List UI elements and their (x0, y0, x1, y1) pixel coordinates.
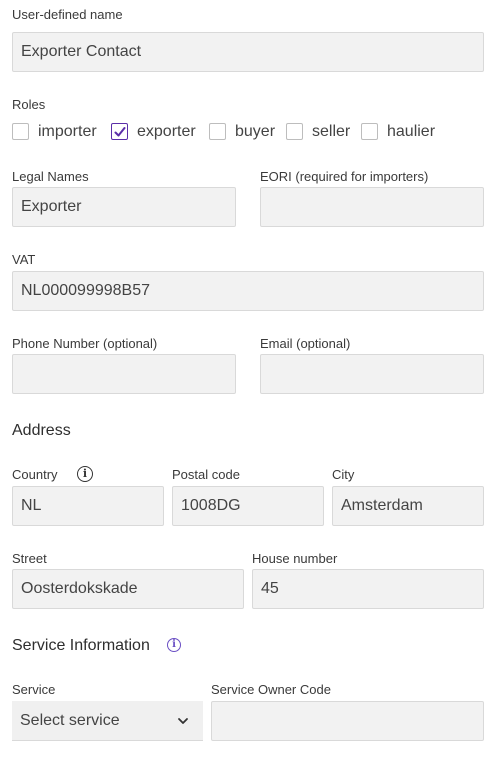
postal-code-label: Postal code (172, 467, 240, 482)
legal-names-input[interactable]: Exporter (12, 187, 236, 227)
address-section-title: Address (12, 422, 71, 439)
buyer-checkbox[interactable] (209, 123, 226, 140)
legal-names-label: Legal Names (12, 169, 89, 184)
buyer-label[interactable]: buyer (235, 123, 275, 141)
service-information-title: Service Information (12, 637, 150, 654)
service-select-value: Select service (20, 712, 120, 729)
haulier-label[interactable]: haulier (387, 123, 435, 141)
country-input[interactable]: NL (12, 486, 164, 526)
phone-input[interactable] (12, 354, 236, 394)
exporter-label[interactable]: exporter (137, 123, 196, 141)
user-defined-name-input[interactable]: Exporter Contact (12, 32, 484, 72)
service-select[interactable]: Select service (12, 701, 203, 741)
house-number-label: House number (252, 551, 338, 566)
seller-checkbox[interactable] (286, 123, 303, 140)
phone-label: Phone Number (optional) (12, 336, 158, 351)
info-icon[interactable]: i (167, 638, 181, 652)
country-label: Country (12, 467, 58, 482)
seller-label[interactable]: seller (312, 123, 350, 141)
city-label: City (332, 467, 355, 482)
importer-label[interactable]: importer (38, 123, 97, 141)
haulier-checkbox[interactable] (361, 123, 378, 140)
user-defined-name-label: User-defined name (12, 7, 123, 22)
eori-input[interactable] (260, 187, 484, 227)
eori-label: EORI (required for importers) (260, 169, 429, 184)
email-label: Email (optional) (260, 336, 351, 351)
exporter-checkbox[interactable] (111, 123, 128, 140)
vat-input[interactable]: NL000099998B57 (12, 271, 484, 311)
postal-code-input[interactable]: 1008DG (172, 486, 324, 526)
checkmark-icon (114, 127, 126, 137)
street-label: Street (12, 551, 47, 566)
info-icon[interactable]: i (77, 466, 93, 482)
service-label: Service (12, 682, 56, 697)
house-number-input[interactable]: 45 (252, 569, 484, 609)
city-input[interactable]: Amsterdam (332, 486, 484, 526)
service-owner-code-input[interactable] (211, 701, 484, 741)
email-input[interactable] (260, 354, 484, 394)
street-input[interactable]: Oosterdokskade (12, 569, 244, 609)
vat-label: VAT (12, 252, 36, 267)
roles-label: Roles (12, 97, 46, 112)
chevron-down-icon (178, 718, 188, 724)
service-owner-code-label: Service Owner Code (211, 682, 331, 697)
importer-checkbox[interactable] (12, 123, 29, 140)
